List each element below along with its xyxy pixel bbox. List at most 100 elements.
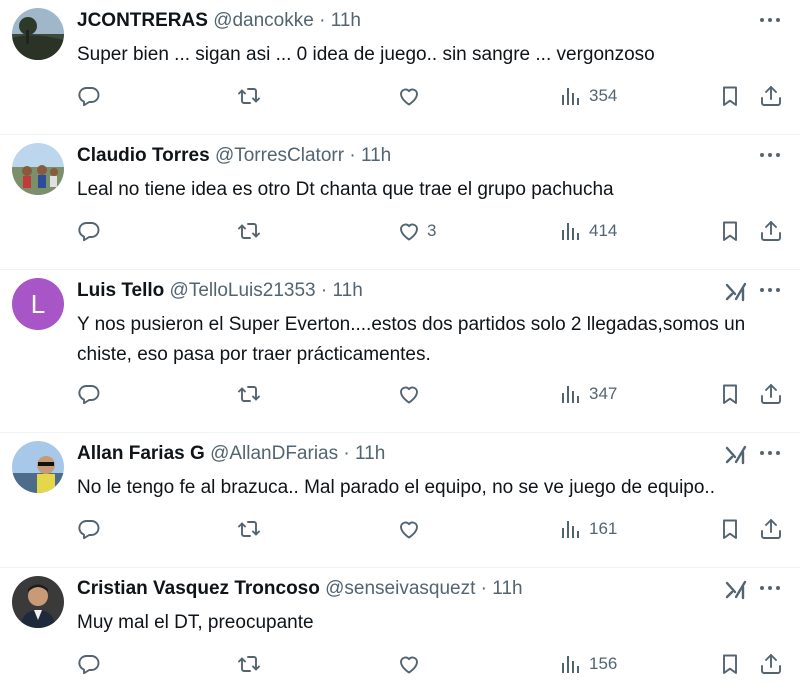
- heart-icon: [397, 382, 421, 406]
- timestamp[interactable]: 11h: [355, 443, 385, 464]
- timestamp[interactable]: 11h: [331, 10, 361, 31]
- reply-button[interactable]: [77, 515, 101, 543]
- avatar[interactable]: [12, 8, 64, 60]
- share-button[interactable]: [759, 82, 783, 110]
- repost-icon: [237, 517, 261, 541]
- action-bar: 347: [77, 380, 784, 408]
- grok-icon[interactable]: [724, 443, 748, 467]
- views-button[interactable]: 161: [559, 515, 617, 543]
- reply-button[interactable]: [77, 650, 101, 678]
- views-button[interactable]: 414: [559, 217, 617, 245]
- reply-icon: [77, 219, 101, 243]
- timestamp[interactable]: 11h: [361, 145, 391, 166]
- reply-tweet[interactable]: Claudio Torres @TorresClatorr · 11h Leal…: [0, 135, 800, 270]
- bookmark-button[interactable]: [718, 650, 742, 678]
- share-button[interactable]: [759, 380, 783, 408]
- bookmark-button[interactable]: [718, 380, 742, 408]
- more-options-icon[interactable]: [758, 145, 782, 165]
- like-button[interactable]: 3: [397, 217, 436, 245]
- repost-button[interactable]: [237, 650, 261, 678]
- share-icon: [759, 84, 783, 108]
- reply-button[interactable]: [77, 82, 101, 110]
- author-handle[interactable]: @TelloLuis21353: [170, 280, 316, 301]
- photo-avatar-icon: [12, 8, 64, 60]
- grok-icon[interactable]: [724, 280, 748, 304]
- bookmark-icon: [718, 84, 742, 108]
- repost-button[interactable]: [237, 82, 261, 110]
- repost-button[interactable]: [237, 380, 261, 408]
- reply-icon: [77, 517, 101, 541]
- views-icon: [559, 382, 583, 406]
- views-button[interactable]: 156: [559, 650, 617, 678]
- avatar[interactable]: [12, 576, 64, 628]
- action-bar: 156: [77, 650, 784, 678]
- heart-icon: [397, 219, 421, 243]
- timestamp[interactable]: 11h: [492, 578, 522, 599]
- repost-button[interactable]: [237, 515, 261, 543]
- share-icon: [759, 382, 783, 406]
- bookmark-button[interactable]: [718, 217, 742, 245]
- author-name[interactable]: Luis Tello: [77, 280, 164, 301]
- share-button[interactable]: [759, 515, 783, 543]
- heart-icon: [397, 652, 421, 676]
- like-button[interactable]: [397, 82, 427, 110]
- bookmark-icon: [718, 517, 742, 541]
- author-name[interactable]: JCONTRERAS: [77, 10, 208, 31]
- separator-dot: ·: [480, 578, 487, 599]
- heart-icon: [397, 84, 421, 108]
- reply-tweet[interactable]: Cristian Vasquez Troncoso @senseivasquez…: [0, 568, 800, 684]
- repost-icon: [237, 652, 261, 676]
- more-options-icon[interactable]: [758, 280, 782, 300]
- repost-button[interactable]: [237, 217, 261, 245]
- reply-button[interactable]: [77, 217, 101, 245]
- author-handle[interactable]: @senseivasquezt: [325, 578, 475, 599]
- like-count: 3: [427, 221, 437, 240]
- author-handle[interactable]: @dancokke: [213, 10, 314, 31]
- bookmark-icon: [718, 219, 742, 243]
- like-button[interactable]: [397, 515, 427, 543]
- reply-button[interactable]: [77, 380, 101, 408]
- view-count: 414: [589, 221, 618, 240]
- timestamp[interactable]: 11h: [333, 280, 363, 301]
- author-handle[interactable]: @TorresClatorr: [215, 145, 344, 166]
- more-options-icon[interactable]: [758, 443, 782, 463]
- author-handle[interactable]: @AllanDFarias: [210, 443, 338, 464]
- share-icon: [759, 652, 783, 676]
- more-options-icon[interactable]: [758, 578, 782, 598]
- tweet-text: No le tengo fe al brazuca.. Mal parado e…: [77, 477, 715, 498]
- like-button[interactable]: [397, 380, 427, 408]
- author-name[interactable]: Cristian Vasquez Troncoso: [77, 578, 320, 599]
- tweet-text: Leal no tiene idea es otro Dt chanta que…: [77, 179, 614, 200]
- tweet-text: Y nos pusieron el Super Everton....estos…: [77, 314, 746, 365]
- action-bar: 161: [77, 515, 784, 543]
- separator-dot: ·: [320, 280, 328, 301]
- like-button[interactable]: [397, 650, 427, 678]
- bookmark-button[interactable]: [718, 82, 742, 110]
- bookmark-icon: [718, 652, 742, 676]
- avatar[interactable]: [12, 143, 64, 195]
- views-button[interactable]: 354: [559, 82, 617, 110]
- repost-icon: [237, 382, 261, 406]
- bookmark-button[interactable]: [718, 515, 742, 543]
- reply-tweet[interactable]: JCONTRERAS @dancokke · 11h Super bien ..…: [0, 0, 800, 135]
- avatar[interactable]: [12, 441, 64, 493]
- reply-icon: [77, 382, 101, 406]
- author-name[interactable]: Claudio Torres: [77, 145, 210, 166]
- grok-icon[interactable]: [724, 578, 748, 602]
- action-bar: 354: [77, 82, 784, 110]
- views-icon: [559, 652, 583, 676]
- separator-dot: ·: [319, 10, 326, 31]
- author-name[interactable]: Allan Farias G: [77, 443, 205, 464]
- avatar[interactable]: L: [12, 278, 64, 330]
- more-options-icon[interactable]: [758, 10, 782, 30]
- tweet-header: Luis Tello @TelloLuis21353 · 11h: [77, 279, 363, 303]
- reply-tweet[interactable]: L Luis Tello @TelloLuis21353 · 11h Y nos…: [0, 270, 800, 433]
- share-button[interactable]: [759, 650, 783, 678]
- repost-icon: [237, 84, 261, 108]
- views-button[interactable]: 347: [559, 380, 617, 408]
- separator-dot: ·: [349, 145, 356, 166]
- reply-tweet[interactable]: Allan Farias G @AllanDFarias · 11h No le…: [0, 433, 800, 568]
- tweet-header: JCONTRERAS @dancokke · 11h: [77, 9, 361, 33]
- share-button[interactable]: [759, 217, 783, 245]
- bookmark-icon: [718, 382, 742, 406]
